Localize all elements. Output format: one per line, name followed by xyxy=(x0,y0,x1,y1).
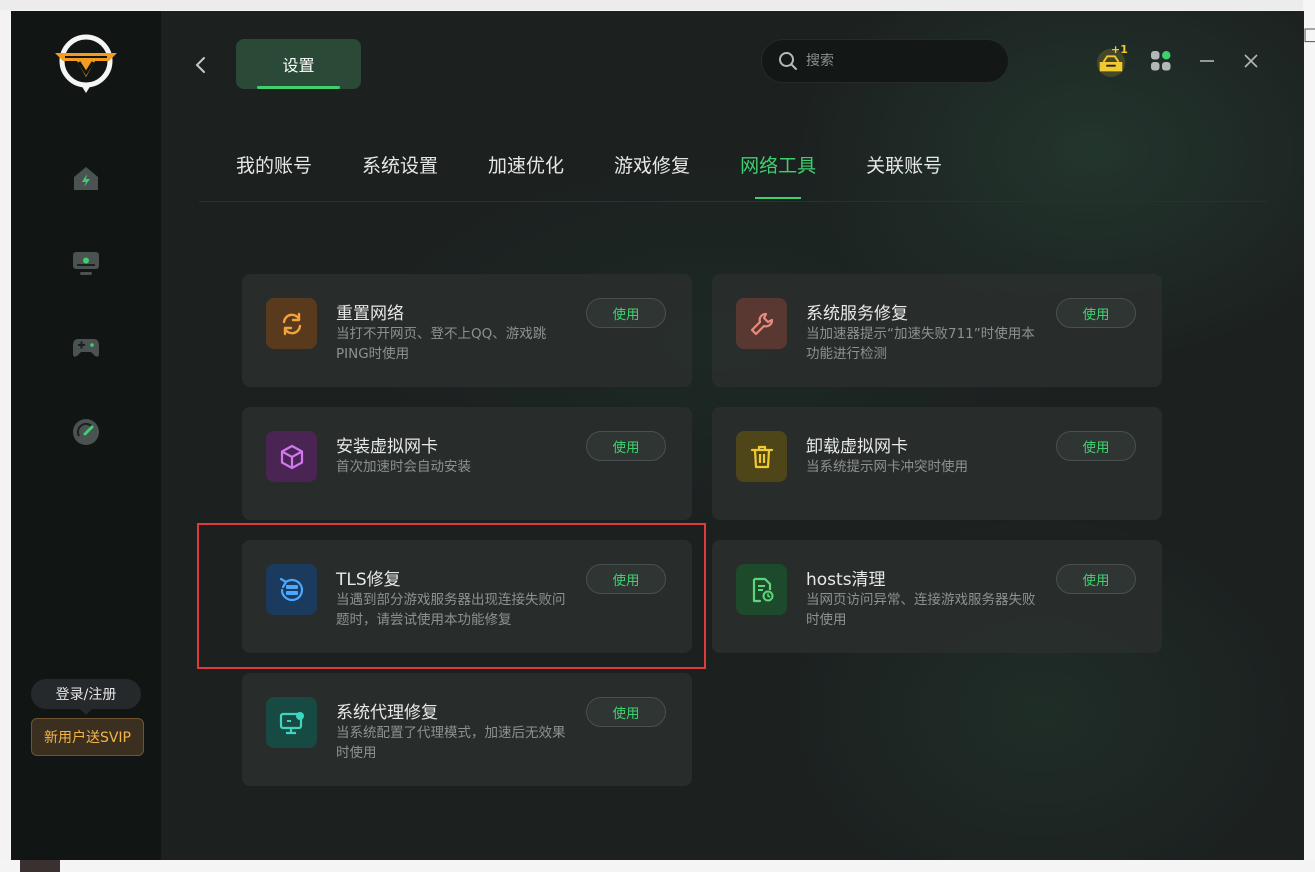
tool-card-system-proxy-repair: 系统代理修复 当系统配置了代理模式，加速后无效果时使用 使用 xyxy=(242,673,692,786)
desktop-background-right xyxy=(1303,0,1315,872)
monitor-icon[interactable] xyxy=(71,248,101,278)
file-clean-icon xyxy=(736,564,787,615)
tool-description: 当打不开网页、登不上QQ、游戏跳PING时使用 xyxy=(336,326,547,362)
use-button[interactable]: 使用 xyxy=(586,431,666,461)
apps-grid-icon xyxy=(1151,51,1171,71)
back-button[interactable] xyxy=(191,51,211,79)
tool-card-install-virtual-nic: 安装虚拟网卡 首次加速时会自动安装 使用 xyxy=(242,407,692,520)
tool-description: 首次加速时会自动安装 xyxy=(336,459,471,475)
tabs-divider xyxy=(199,201,1267,202)
search-icon xyxy=(779,52,797,70)
tab-system-settings[interactable]: 系统设置 xyxy=(362,151,438,199)
minimize-icon xyxy=(1200,60,1214,62)
search-input[interactable] xyxy=(806,53,986,69)
close-icon xyxy=(1244,54,1258,68)
close-button[interactable] xyxy=(1235,45,1267,77)
gamepad-icon[interactable] xyxy=(71,332,101,362)
use-button[interactable]: 使用 xyxy=(1056,298,1136,328)
settings-tabs: 我的账号 系统设置 加速优化 游戏修复 网络工具 关联账号 xyxy=(236,151,992,201)
tool-card-reset-network: 重置网络 当打不开网页、登不上QQ、游戏跳PING时使用 使用 xyxy=(242,274,692,387)
tab-network-tools[interactable]: 网络工具 xyxy=(740,151,816,199)
use-button[interactable]: 使用 xyxy=(586,298,666,328)
refresh-icon xyxy=(266,298,317,349)
tool-title: 重置网络 xyxy=(336,304,404,324)
chevron-left-icon xyxy=(195,57,205,73)
monitor-proxy-icon xyxy=(266,697,317,748)
tool-card-tls-repair: TLS修复 当遇到部分游戏服务器出现连接失败问题时，请尝试使用本功能修复 使用 xyxy=(242,540,692,653)
desktop-background xyxy=(0,0,1315,10)
trash-icon xyxy=(736,431,787,482)
use-button[interactable]: 使用 xyxy=(1056,431,1136,461)
background-thumbnail xyxy=(20,860,60,872)
tab-my-account[interactable]: 我的账号 xyxy=(236,151,312,199)
gift-box-button[interactable]: +1 xyxy=(1095,43,1128,77)
settings-tab-underline xyxy=(257,86,340,89)
tool-description: 当遇到部分游戏服务器出现连接失败问题时，请尝试使用本功能修复 xyxy=(336,592,566,628)
tool-description: 当加速器提示“加速失败711”时使用本功能进行检测 xyxy=(806,326,1035,362)
gift-badge: +1 xyxy=(1111,43,1128,56)
login-register-button[interactable]: 登录/注册 xyxy=(31,679,141,715)
tab-game-repair[interactable]: 游戏修复 xyxy=(614,151,690,199)
app-logo xyxy=(51,31,121,95)
background-app-glyph: □ xyxy=(1303,24,1315,44)
search-box[interactable] xyxy=(761,39,1009,83)
use-button[interactable]: 使用 xyxy=(1056,564,1136,594)
tool-card-uninstall-virtual-nic: 卸载虚拟网卡 当系统提示网卡冲突时使用 使用 xyxy=(712,407,1162,520)
sidebar: 登录/注册 新用户送SVIP xyxy=(11,11,161,860)
tool-title: TLS修复 xyxy=(336,570,401,590)
app-window: 登录/注册 新用户送SVIP 设置 搜索 +1 我的账号 系统设置 加速优化 游… xyxy=(11,11,1304,860)
tool-title: 系统服务修复 xyxy=(806,304,908,324)
tool-description: 当系统配置了代理模式，加速后无效果时使用 xyxy=(336,725,566,761)
cube-icon xyxy=(266,431,317,482)
wrench-icon xyxy=(736,298,787,349)
tool-title: 系统代理修复 xyxy=(336,703,438,723)
minimize-button[interactable] xyxy=(1191,45,1223,77)
tab-linked-accounts[interactable]: 关联账号 xyxy=(866,151,942,199)
tool-card-hosts-clean: hosts清理 当网页访问异常、连接游戏服务器失败时使用 使用 xyxy=(712,540,1162,653)
tool-description: 当系统提示网卡冲突时使用 xyxy=(806,459,968,475)
server-repair-icon xyxy=(266,564,317,615)
tab-acceleration[interactable]: 加速优化 xyxy=(488,151,564,199)
tool-title: hosts清理 xyxy=(806,570,886,590)
use-button[interactable]: 使用 xyxy=(586,697,666,727)
tool-title: 安装虚拟网卡 xyxy=(336,437,438,457)
settings-tab-label: 设置 xyxy=(282,56,315,75)
speedometer-icon[interactable] xyxy=(71,417,101,447)
desktop-background-bottom xyxy=(0,860,1315,872)
home-icon[interactable] xyxy=(71,163,101,193)
use-button[interactable]: 使用 xyxy=(586,564,666,594)
settings-page-tab[interactable]: 设置 xyxy=(236,39,361,89)
apps-grid-button[interactable] xyxy=(1145,45,1177,77)
tool-card-system-service-repair: 系统服务修复 当加速器提示“加速失败711”时使用本功能进行检测 使用 xyxy=(712,274,1162,387)
tool-title: 卸载虚拟网卡 xyxy=(806,437,908,457)
new-user-svip-promo[interactable]: 新用户送SVIP xyxy=(31,718,144,756)
tool-description: 当网页访问异常、连接游戏服务器失败时使用 xyxy=(806,592,1036,628)
